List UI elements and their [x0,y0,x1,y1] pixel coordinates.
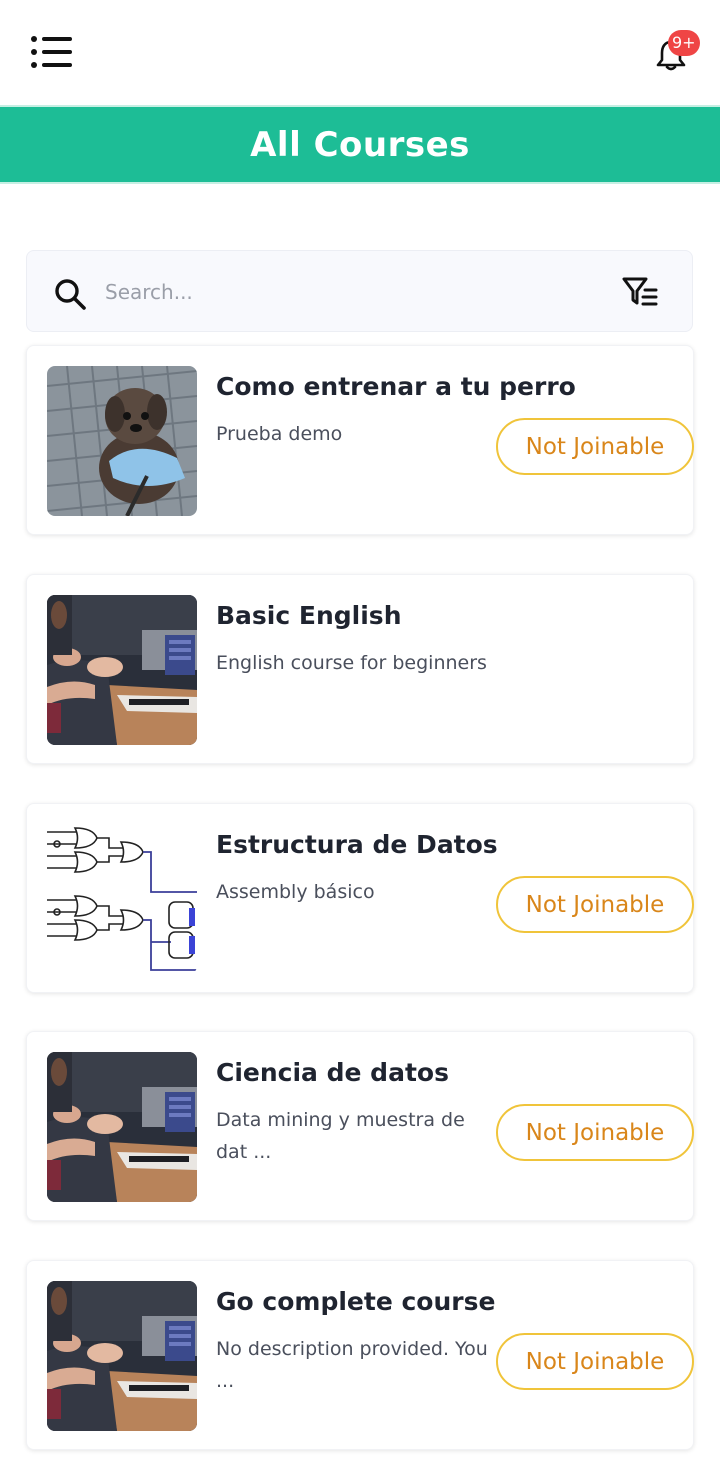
not-joinable-button[interactable]: Not Joinable [496,876,694,933]
course-title: Ciencia de datos [216,1058,449,1087]
filter-list-icon[interactable] [621,275,659,309]
course-description: Prueba demo [216,423,343,445]
not-joinable-button[interactable]: Not Joinable [496,418,694,475]
notifications-button[interactable]: 9+ [648,30,700,76]
course-thumbnail-dog [47,366,197,516]
page-title: All Courses [250,124,470,165]
menu-button[interactable] [30,34,74,70]
course-title: Go complete course [216,1287,496,1316]
menu-list-icon [31,36,72,68]
page-title-banner: All Courses [0,105,720,184]
not-joinable-button[interactable]: Not Joinable [496,1333,694,1390]
course-card[interactable]: Como entrenar a tu perro Prueba demo Not… [26,345,694,535]
course-title: Estructura de Datos [216,830,498,859]
course-thumbnail-meeting [47,1281,197,1431]
notification-badge: 9+ [668,30,700,56]
search-input[interactable] [105,273,575,311]
course-description: No description provided. You ... [216,1338,488,1392]
not-joinable-button[interactable]: Not Joinable [496,1104,694,1161]
top-bar: 9+ [0,0,720,105]
search-bar [26,250,693,332]
course-thumbnail-circuit [47,824,197,974]
course-description: English course for beginners [216,652,487,674]
course-thumbnail-meeting [47,1052,197,1202]
course-card[interactable]: Estructura de Datos Assembly básico Not … [26,803,694,993]
course-card[interactable]: Basic English English course for beginne… [26,574,694,764]
search-icon[interactable] [53,277,89,313]
course-thumbnail-meeting [47,595,197,745]
course-title: Basic English [216,601,402,630]
course-card[interactable]: Ciencia de datos Data mining y muestra d… [26,1031,694,1221]
course-description: Assembly básico [216,881,375,903]
course-description: Data mining y muestra de dat ... [216,1109,465,1163]
course-title: Como entrenar a tu perro [216,372,576,401]
course-card[interactable]: Go complete course No description provid… [26,1260,694,1450]
